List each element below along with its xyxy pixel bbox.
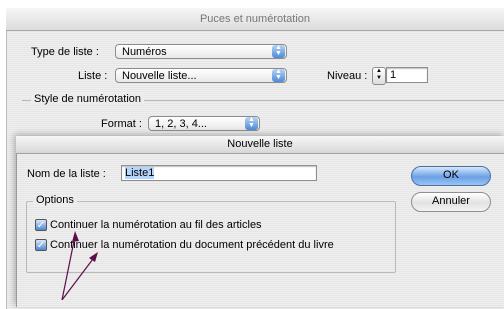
annotation-arrow-2-head [89, 252, 98, 262]
annotation-arrow-1-head [72, 231, 79, 242]
annotation-arrow-1-line [61, 235, 76, 300]
annotation-arrows [61, 231, 98, 300]
